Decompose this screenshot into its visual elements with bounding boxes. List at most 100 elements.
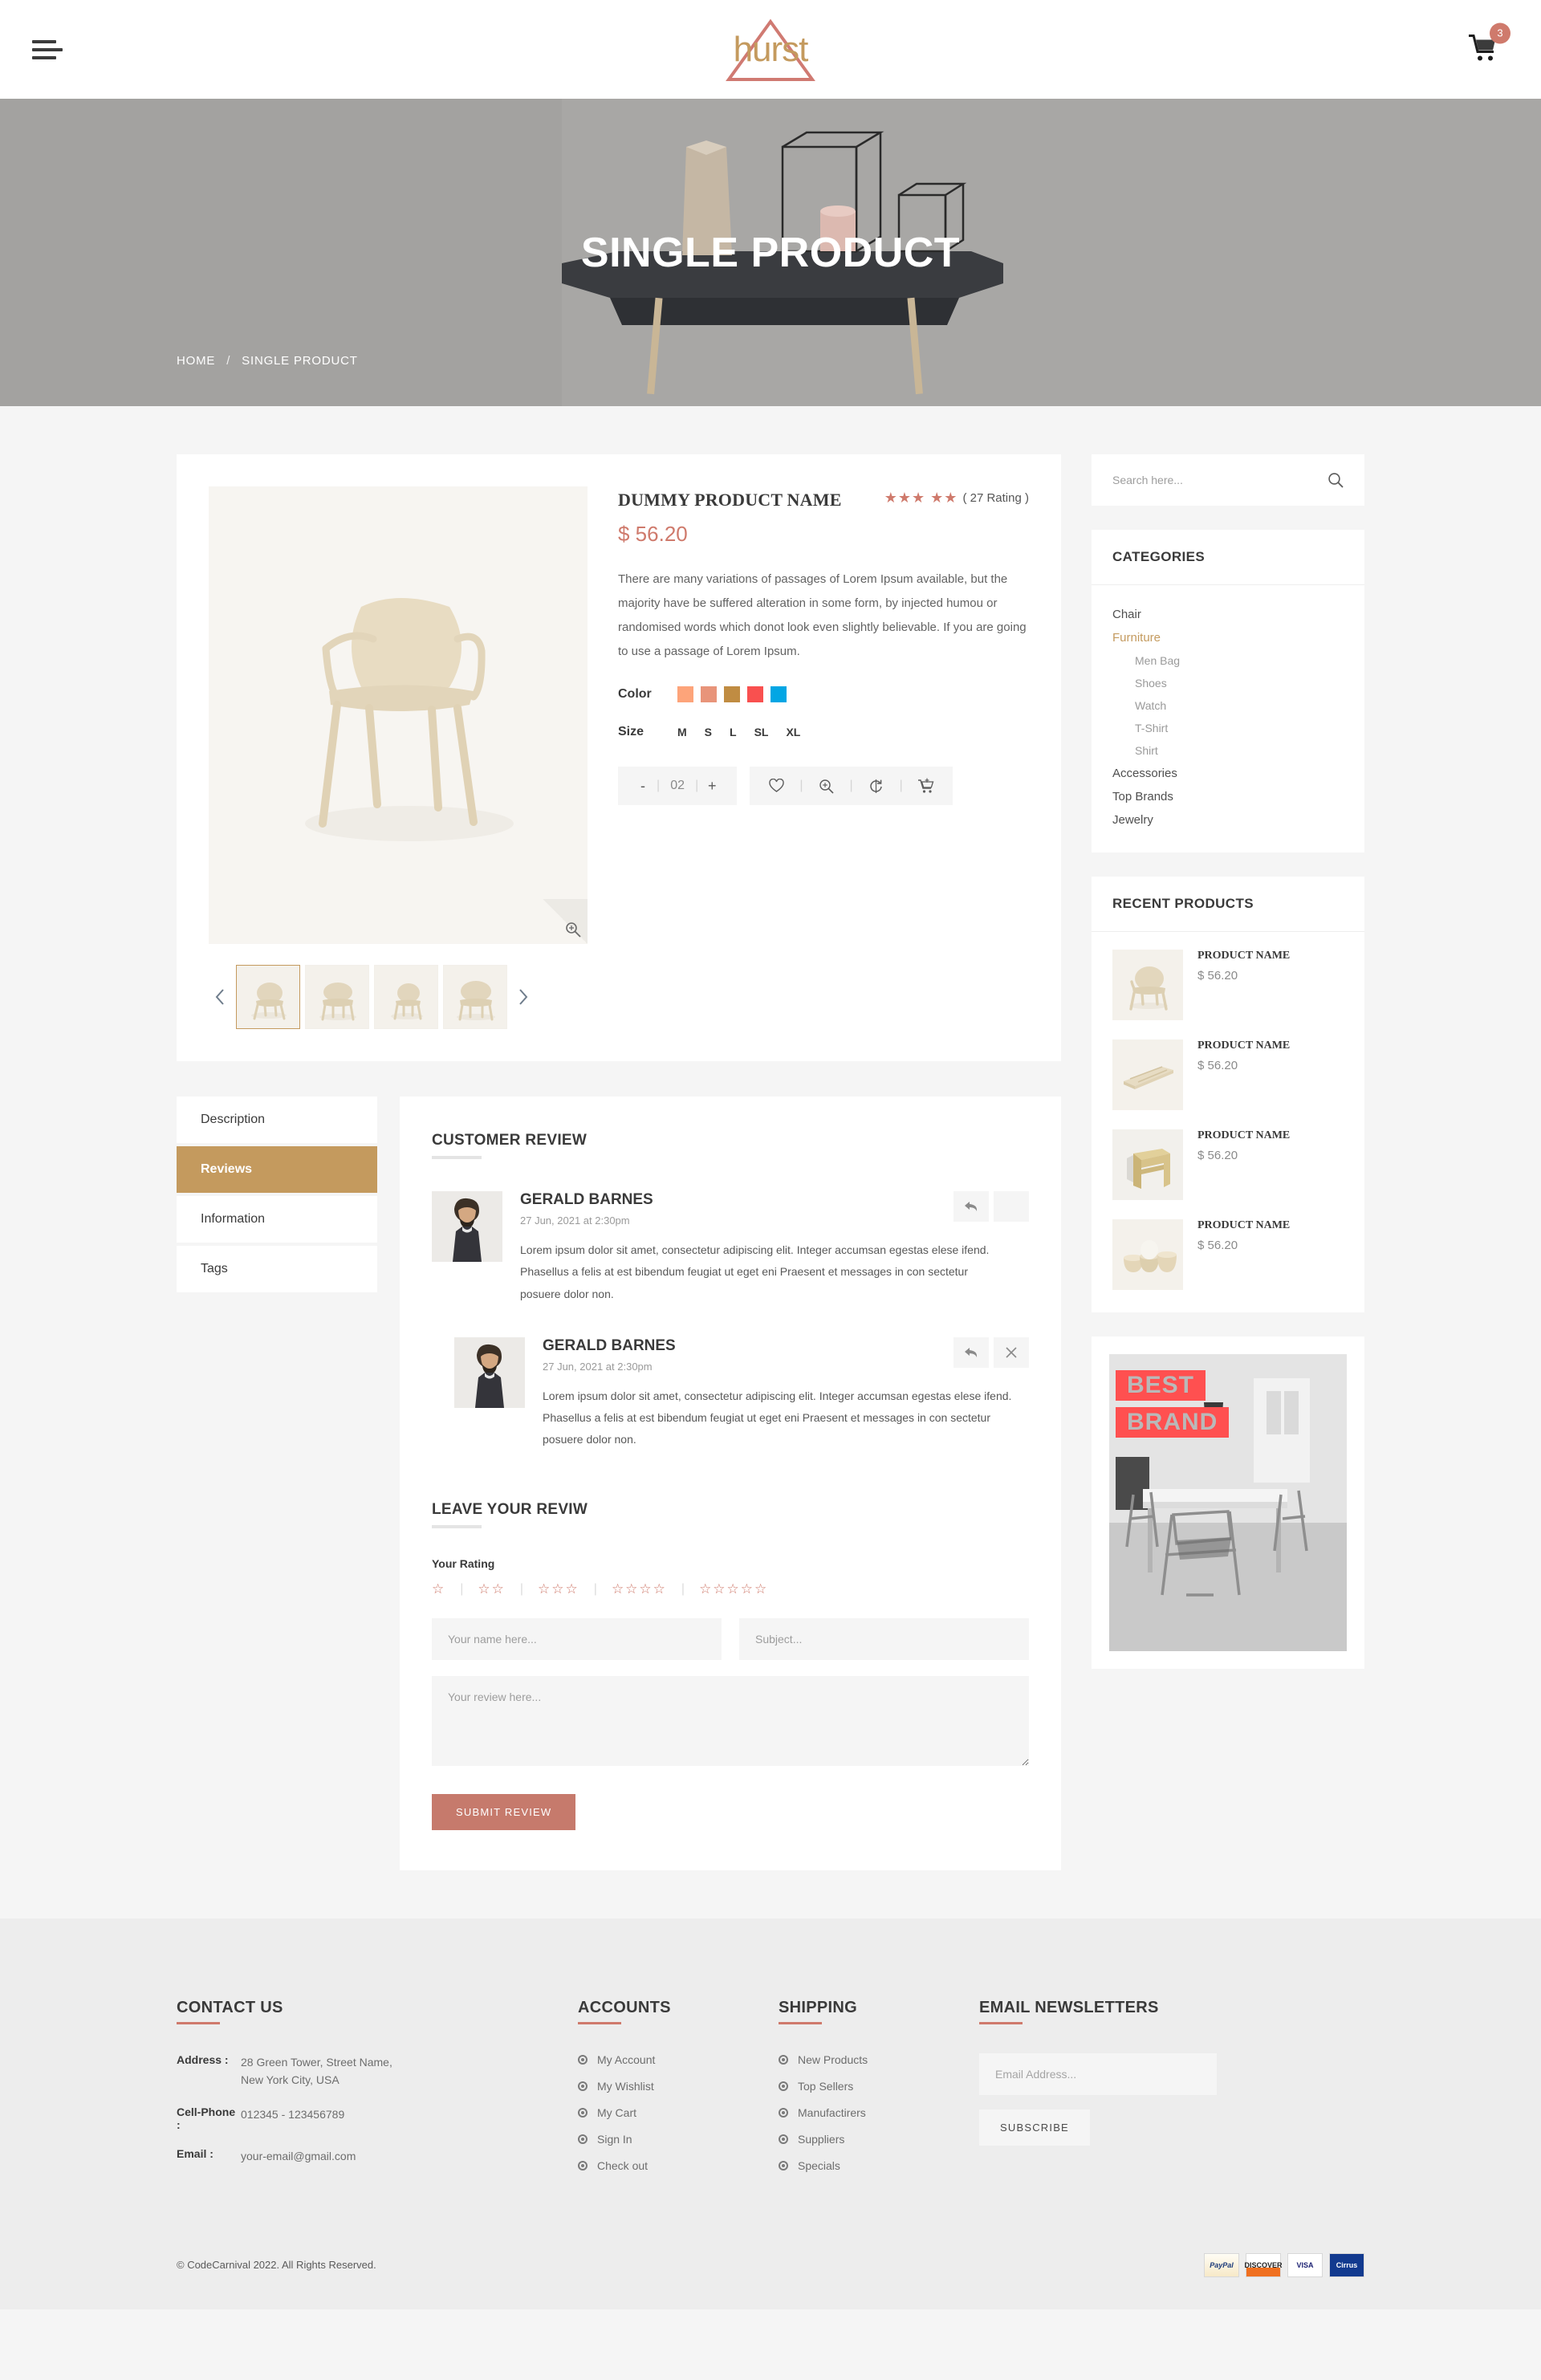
- quantity-increase-button[interactable]: +: [698, 778, 726, 795]
- product-main-image[interactable]: [209, 486, 588, 944]
- review-subject-input[interactable]: [739, 1617, 1029, 1660]
- list-item[interactable]: PRODUCT NAME $ 56.20: [1112, 1219, 1344, 1290]
- add-to-cart-icon[interactable]: [914, 778, 938, 794]
- link-my-wishlist[interactable]: My Wishlist: [578, 2080, 779, 2093]
- tab-information[interactable]: Information: [177, 1196, 377, 1243]
- rating-option-2[interactable]: ☆☆: [478, 1581, 505, 1597]
- link-sign-in[interactable]: Sign In: [578, 2133, 779, 2146]
- action-divider: |: [849, 779, 853, 792]
- discover-icon: DISCOVER: [1245, 2252, 1283, 2277]
- size-option-s[interactable]: S: [705, 726, 712, 738]
- tab-reviews[interactable]: Reviews: [177, 1146, 377, 1193]
- category-furniture[interactable]: Furniture: [1112, 626, 1344, 649]
- compare-icon[interactable]: [864, 779, 888, 794]
- shipping-links: New Products Top Sellers Manufactirers S…: [779, 2053, 979, 2172]
- product-meta: PRODUCT NAME $ 56.20: [1197, 1039, 1290, 1072]
- close-icon[interactable]: [994, 1336, 1029, 1368]
- footer-shipping-column: SHIPPING New Products Top Sellers Manufa…: [779, 1999, 979, 2186]
- footer-underline: [177, 2021, 220, 2024]
- link-specials[interactable]: Specials: [779, 2159, 979, 2172]
- footer-contact-column: CONTACT US Address : 28 Green Tower, Str…: [177, 1999, 578, 2186]
- subscribe-button[interactable]: SUBSCRIBE: [979, 2109, 1090, 2146]
- promo-banner-widget[interactable]: BEST BRAND: [1092, 1336, 1364, 1669]
- carousel-prev-button[interactable]: [209, 965, 231, 1029]
- thumbnail-1[interactable]: [236, 965, 300, 1029]
- rating-option-1[interactable]: ☆: [432, 1581, 445, 1597]
- link-top-sellers[interactable]: Top Sellers: [779, 2080, 979, 2093]
- thumbnail-4[interactable]: [443, 965, 507, 1029]
- newsletter-email-input[interactable]: [979, 2052, 1217, 2095]
- cart-plus-glyph: [918, 778, 934, 793]
- rating-option-5[interactable]: ☆☆☆☆☆: [699, 1581, 768, 1597]
- hamburger-bar: [32, 55, 56, 59]
- link-suppliers[interactable]: Suppliers: [779, 2133, 979, 2146]
- category-accessories[interactable]: Accessories: [1112, 762, 1344, 785]
- phone-label: Cell-Phone :: [177, 2105, 236, 2131]
- category-men-bag[interactable]: Men Bag: [1112, 649, 1344, 672]
- chevron-right-icon: [519, 989, 528, 1005]
- reply-icon[interactable]: [953, 1336, 989, 1368]
- reply-icon[interactable]: [953, 1191, 989, 1222]
- rating-option-4[interactable]: ☆☆☆☆: [612, 1581, 667, 1597]
- quantity-value[interactable]: 02: [660, 779, 695, 793]
- link-my-cart[interactable]: My Cart: [578, 2106, 779, 2119]
- review-form-row: [432, 1617, 1029, 1660]
- size-option-l[interactable]: L: [730, 726, 737, 738]
- review-text-input[interactable]: [432, 1675, 1029, 1766]
- link-manufacturers[interactable]: Manufactirers: [779, 2106, 979, 2119]
- site-header: hurst 3: [0, 0, 1541, 99]
- category-shirt[interactable]: Shirt: [1112, 739, 1344, 762]
- wishlist-icon[interactable]: [764, 779, 788, 793]
- size-option-sl[interactable]: SL: [754, 726, 769, 738]
- shopping-cart-icon[interactable]: 3: [1467, 22, 1511, 67]
- thumbnail-2[interactable]: [305, 965, 369, 1029]
- list-item[interactable]: PRODUCT NAME $ 56.20: [1112, 950, 1344, 1020]
- tab-description[interactable]: Description: [177, 1096, 377, 1143]
- site-logo[interactable]: hurst: [690, 14, 851, 86]
- category-watch[interactable]: Watch: [1112, 694, 1344, 717]
- image-zoom-corner[interactable]: [543, 899, 588, 944]
- color-swatch-2[interactable]: [701, 686, 717, 702]
- link-my-account[interactable]: My Account: [578, 2053, 779, 2066]
- search-icon[interactable]: [1328, 472, 1344, 488]
- category-tshirt[interactable]: T-Shirt: [1112, 717, 1344, 739]
- carousel-next-button[interactable]: [512, 965, 535, 1029]
- close-icon[interactable]: close-icon: [994, 1191, 1029, 1222]
- hamburger-menu-icon[interactable]: [32, 35, 64, 64]
- list-item[interactable]: PRODUCT NAME $ 56.20: [1112, 1039, 1344, 1110]
- review-name-input[interactable]: [432, 1617, 722, 1660]
- email-value[interactable]: your-email@gmail.com: [241, 2147, 356, 2165]
- color-swatch-5[interactable]: [770, 686, 787, 702]
- breadcrumb-home[interactable]: HOME: [177, 354, 215, 368]
- promo-text-line2: BRAND: [1116, 1407, 1230, 1438]
- link-check-out[interactable]: Check out: [578, 2159, 779, 2172]
- address-value: 28 Green Tower, Street Name, New York Ci…: [241, 2055, 392, 2087]
- accounts-links: My Account My Wishlist My Cart Sign In C…: [578, 2053, 779, 2172]
- color-swatch-3[interactable]: [724, 686, 740, 702]
- category-top-brands[interactable]: Top Brands: [1112, 785, 1344, 808]
- size-option-m[interactable]: M: [677, 726, 687, 738]
- rating-stars-half: ★★: [930, 490, 958, 506]
- review-item: GERALD BARNES 27 Jun, 2021 at 2:30pm Lor…: [454, 1336, 1029, 1451]
- category-chair[interactable]: Chair: [1112, 603, 1344, 626]
- color-swatch-1[interactable]: [677, 686, 693, 702]
- product-name: PRODUCT NAME: [1197, 1129, 1291, 1141]
- search-input[interactable]: [1112, 474, 1328, 486]
- rating-option-3[interactable]: ☆☆☆: [538, 1581, 579, 1597]
- link-new-products[interactable]: New Products: [779, 2053, 979, 2066]
- thumbnail-3[interactable]: [374, 965, 438, 1029]
- section-underline: [432, 1156, 482, 1159]
- product-price: $ 56.20: [1197, 1239, 1238, 1252]
- submit-review-button[interactable]: SUBMIT REVIEW: [432, 1793, 576, 1830]
- quickview-icon[interactable]: [814, 779, 838, 794]
- product-action-bar: | | |: [750, 767, 953, 805]
- category-jewelry[interactable]: Jewelry: [1112, 808, 1344, 832]
- quantity-decrease-button[interactable]: -: [629, 778, 657, 795]
- bullet-icon: [578, 2107, 588, 2118]
- sidebar: CATEGORIES Chair Furniture Men Bag Shoes…: [1092, 454, 1364, 1669]
- list-item[interactable]: PRODUCT NAME $ 56.20: [1112, 1129, 1344, 1200]
- category-shoes[interactable]: Shoes: [1112, 672, 1344, 694]
- tab-tags[interactable]: Tags: [177, 1246, 377, 1292]
- size-option-xl[interactable]: XL: [786, 726, 800, 738]
- color-swatch-4[interactable]: [747, 686, 763, 702]
